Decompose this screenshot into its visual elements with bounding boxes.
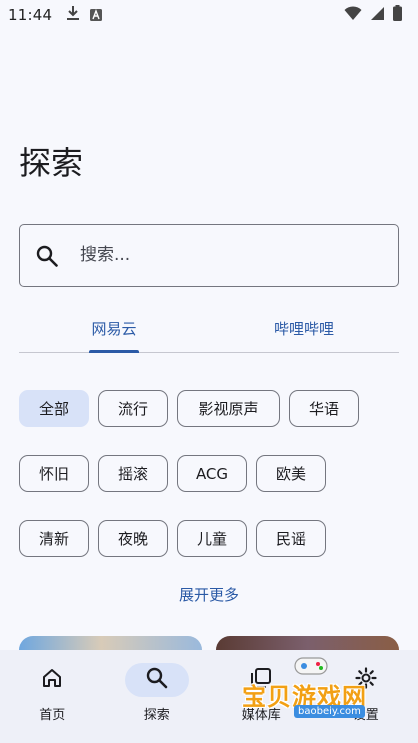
chip-pop[interactable]: 流行 <box>98 390 168 427</box>
tab-label: 网易云 <box>91 319 137 338</box>
source-tabs: 网易云 哔哩哔哩 <box>19 304 399 353</box>
chip-folk[interactable]: 民谣 <box>256 520 326 557</box>
download-icon <box>66 5 80 25</box>
nav-label: 设置 <box>352 708 379 723</box>
nav-item-home[interactable]: 首页 <box>0 650 105 743</box>
signal-icon <box>370 6 385 25</box>
nav-icon-container <box>124 663 189 697</box>
category-chips: 全部 流行 影视原声 华语 怀旧 摇滚 ACG 欧美 清新 夜晚 儿童 民谣 <box>19 390 409 585</box>
nav-label: 首页 <box>39 708 66 723</box>
nav-item-explore[interactable]: 探索 <box>105 650 210 743</box>
chip-acg[interactable]: ACG <box>177 455 247 492</box>
chip-row: 全部 流行 影视原声 华语 <box>19 390 409 427</box>
chip-row: 清新 夜晚 儿童 民谣 <box>19 520 409 557</box>
nav-icon-container <box>229 663 293 697</box>
tab-bilibili[interactable]: 哔哩哔哩 <box>209 304 399 352</box>
page-title: 探索 <box>19 144 84 182</box>
library-icon <box>250 667 272 693</box>
nav-label: 探索 <box>143 708 170 723</box>
chip-soundtrack[interactable]: 影视原声 <box>177 390 280 427</box>
chip-nostalgia[interactable]: 怀旧 <box>19 455 89 492</box>
status-time: 11:44 <box>8 6 53 24</box>
nav-icon-container <box>334 663 398 697</box>
search-input[interactable] <box>80 225 380 285</box>
tab-netease[interactable]: 网易云 <box>19 304 209 352</box>
gear-icon <box>355 667 377 693</box>
chip-row: 怀旧 摇滚 ACG 欧美 <box>19 455 409 492</box>
chip-children[interactable]: 儿童 <box>177 520 247 557</box>
bottom-nav: 首页 探索 媒体库 设置 <box>0 650 418 743</box>
nav-label: 媒体库 <box>241 708 281 723</box>
chip-chinese[interactable]: 华语 <box>289 390 359 427</box>
search-icon <box>146 667 168 693</box>
search-box[interactable] <box>19 224 399 287</box>
nav-icon-container <box>20 663 84 697</box>
battery-icon <box>393 5 402 25</box>
chip-western[interactable]: 欧美 <box>256 455 326 492</box>
tab-label: 哔哩哔哩 <box>273 319 334 338</box>
wifi-icon <box>344 5 362 25</box>
font-icon <box>90 6 103 25</box>
nav-item-library[interactable]: 媒体库 <box>209 650 314 743</box>
chip-night[interactable]: 夜晚 <box>98 520 168 557</box>
chip-all[interactable]: 全部 <box>19 390 89 427</box>
chip-fresh[interactable]: 清新 <box>19 520 89 557</box>
status-bar: 11:44 <box>0 0 418 30</box>
search-icon <box>36 245 58 267</box>
expand-more-link[interactable]: 展开更多 <box>0 584 418 605</box>
home-icon <box>41 668 63 692</box>
nav-item-settings[interactable]: 设置 <box>314 650 418 743</box>
chip-rock[interactable]: 摇滚 <box>98 455 168 492</box>
